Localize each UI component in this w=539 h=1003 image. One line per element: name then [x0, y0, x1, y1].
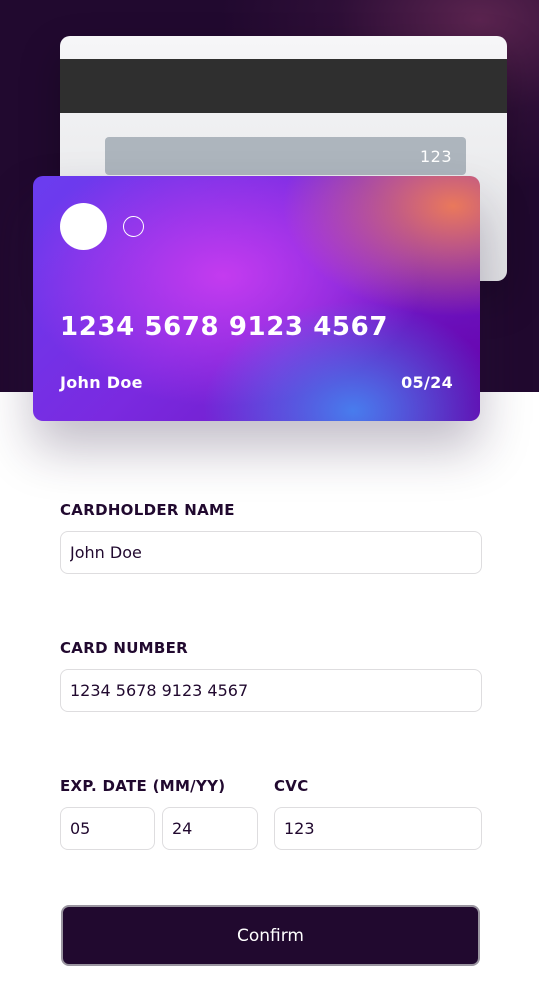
cardholder-name-label: CARDHOLDER NAME	[60, 501, 235, 519]
card-front-name: John Doe	[60, 373, 143, 392]
card-front-number: 1234 5678 9123 4567	[60, 312, 389, 342]
cvc-input[interactable]	[274, 807, 482, 850]
exp-date-label: EXP. DATE (MM/YY)	[60, 777, 226, 795]
card-back-cvc: 123	[419, 147, 452, 166]
card-logo-outline-circle-icon	[123, 216, 144, 237]
magnetic-stripe	[60, 59, 507, 113]
exp-year-input[interactable]	[162, 807, 258, 850]
card-front: 1234 5678 9123 4567 John Doe 05/24	[33, 176, 480, 421]
cvc-label: CVC	[274, 777, 309, 795]
card-logo-filled-circle-icon	[60, 203, 107, 250]
card-number-label: CARD NUMBER	[60, 639, 189, 657]
signature-strip: 123	[105, 137, 466, 175]
card-front-expiry: 05/24	[401, 373, 453, 392]
card-number-input[interactable]	[60, 669, 482, 712]
confirm-button[interactable]: Confirm	[61, 905, 480, 966]
exp-month-input[interactable]	[60, 807, 155, 850]
cardholder-name-input[interactable]	[60, 531, 482, 574]
